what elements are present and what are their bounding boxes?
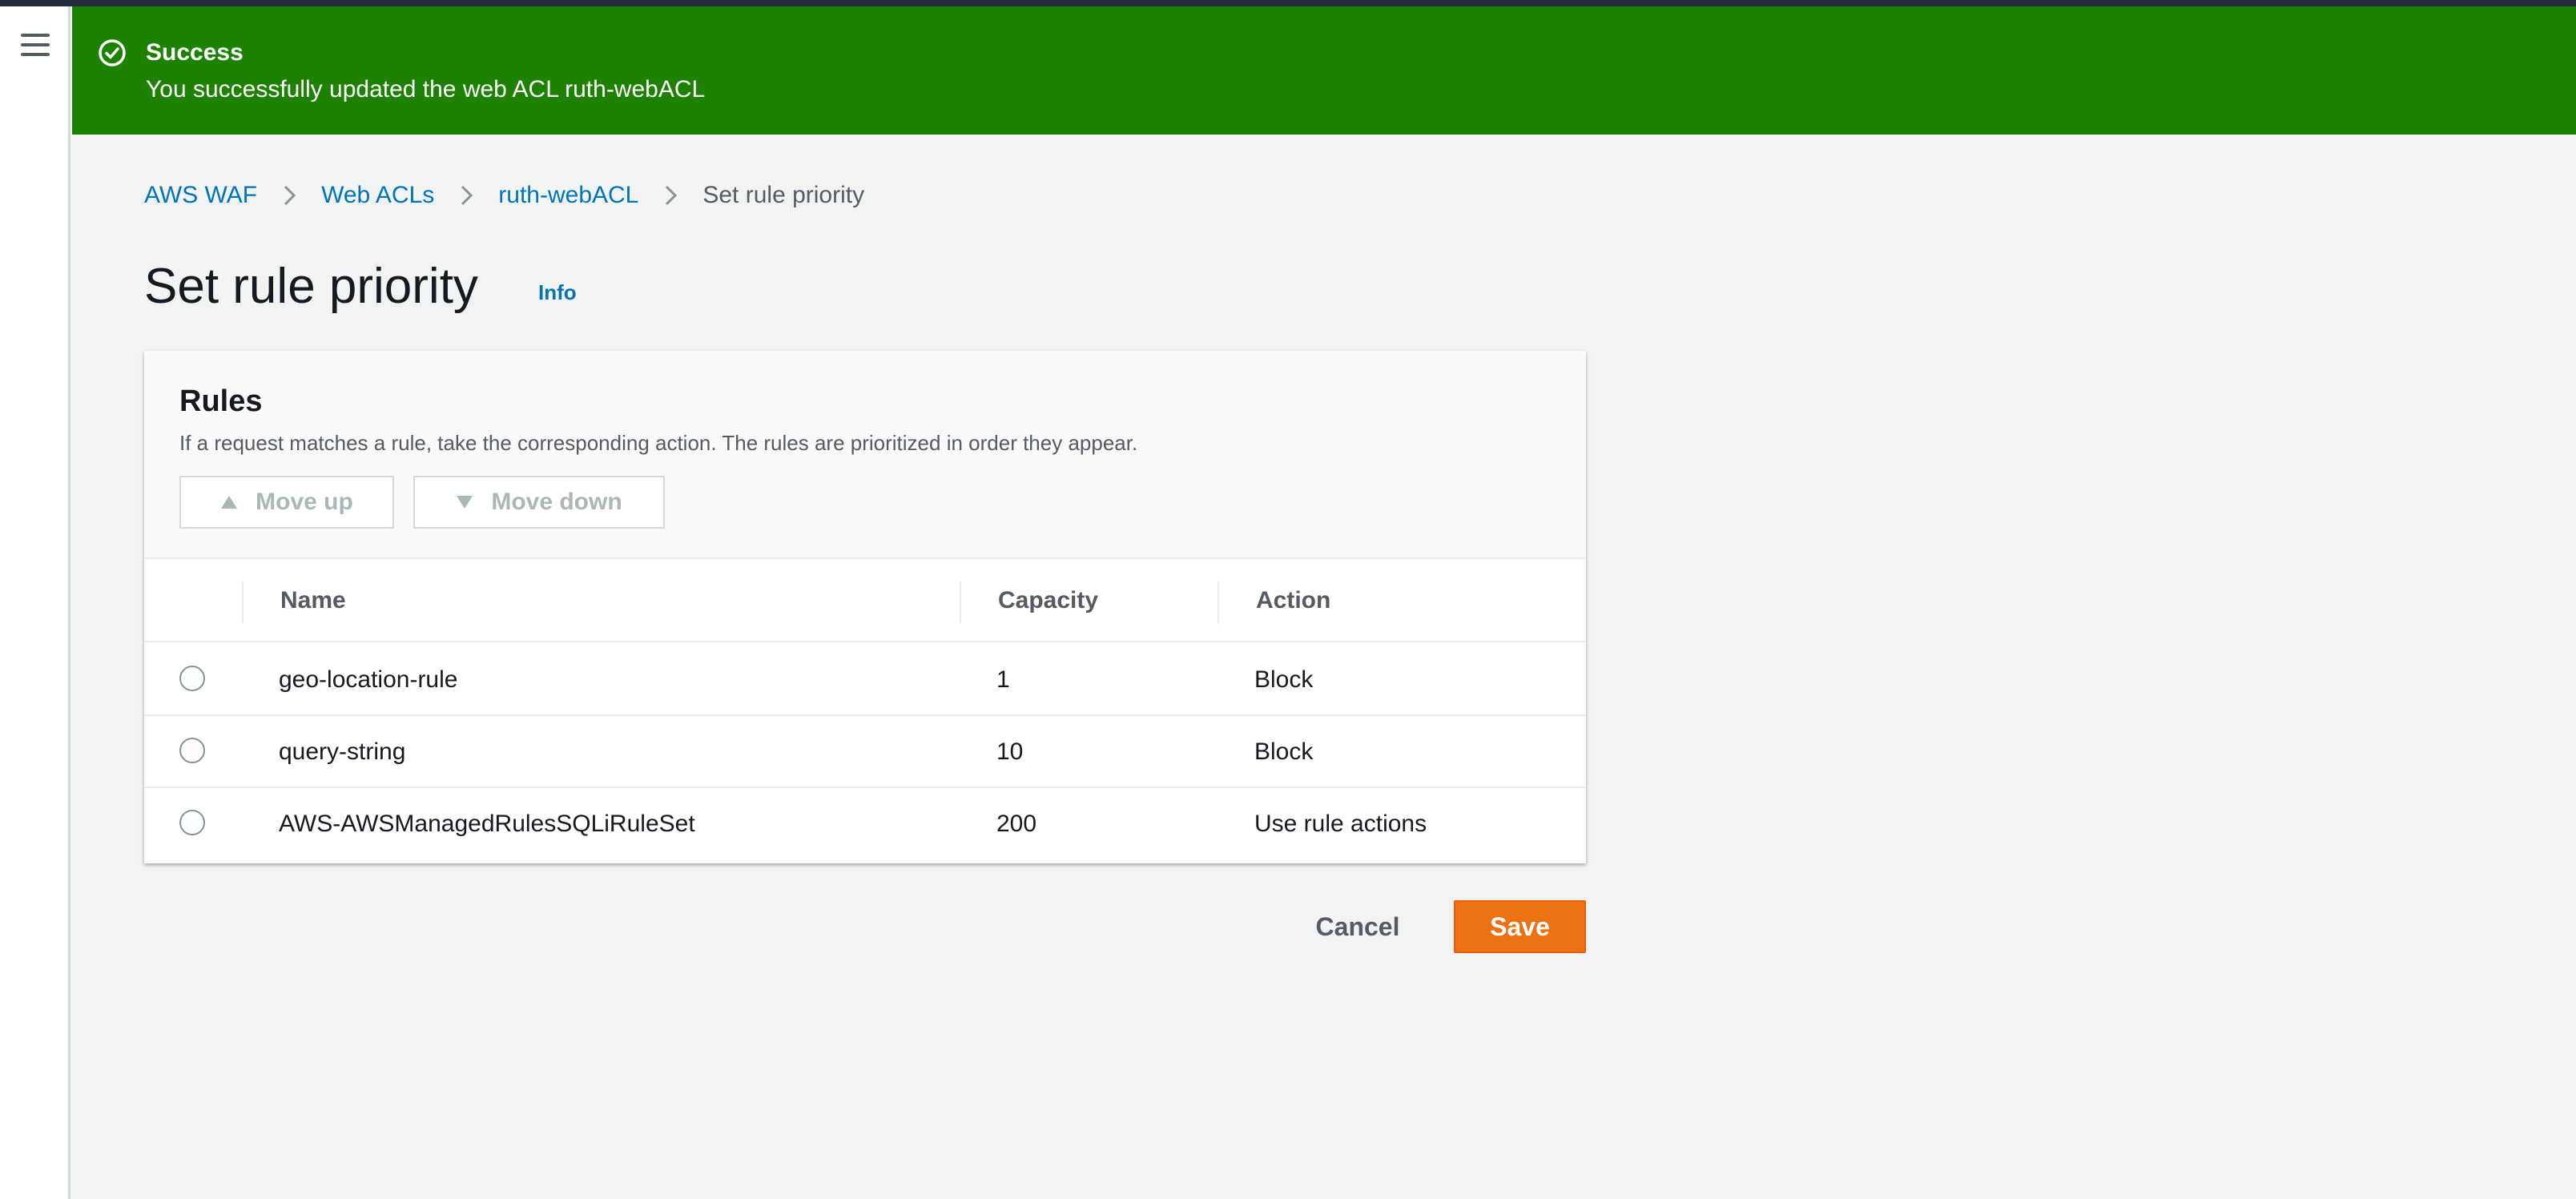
flash-message: You successfully updated the web ACL rut…	[146, 76, 706, 103]
caret-down-icon	[457, 496, 473, 509]
breadcrumb: AWS WAF Web ACLs ruth-webACL Set rule pr…	[144, 178, 864, 213]
table-header: Name Capacity Action	[144, 559, 1586, 642]
row-radio-button[interactable]	[179, 810, 205, 835]
top-bar	[0, 0, 2576, 6]
table-row[interactable]: geo-location-rule 1 Block	[144, 644, 1586, 716]
table-row[interactable]: AWS-AWSManagedRulesSQLiRuleSet 200 Use r…	[144, 788, 1586, 860]
column-header-name[interactable]: Name	[280, 559, 346, 642]
rule-name: query-string	[279, 738, 406, 765]
rules-title: Rules	[179, 384, 263, 418]
save-button[interactable]: Save	[1454, 900, 1586, 953]
table-row[interactable]: query-string 10 Block	[144, 716, 1586, 788]
rules-panel: Rules If a request matches a rule, take …	[144, 351, 1586, 863]
rule-capacity: 10	[996, 738, 1024, 765]
column-divider	[242, 581, 244, 623]
info-link[interactable]: Info	[538, 280, 577, 305]
flash-title: Success	[146, 39, 244, 66]
caret-up-icon	[221, 496, 238, 509]
rule-action: Block	[1254, 738, 1314, 765]
chevron-right-icon	[666, 185, 678, 206]
rule-name: AWS-AWSManagedRulesSQLiRuleSet	[279, 811, 695, 837]
move-up-button[interactable]: Move up	[179, 476, 394, 529]
menu-icon[interactable]	[21, 34, 50, 58]
success-flashbar: Success You successfully updated the web…	[72, 6, 2576, 135]
rule-capacity: 200	[996, 811, 1037, 837]
move-down-button[interactable]: Move down	[413, 476, 665, 529]
rule-capacity: 1	[996, 666, 1010, 693]
rule-action: Block	[1254, 666, 1314, 693]
column-divider	[1218, 581, 1219, 623]
move-up-label: Move up	[256, 489, 353, 515]
rules-panel-header: Rules If a request matches a rule, take …	[144, 351, 1586, 559]
column-header-capacity[interactable]: Capacity	[998, 559, 1098, 642]
chevron-right-icon	[284, 185, 296, 206]
rule-action: Use rule actions	[1254, 811, 1427, 837]
column-header-action[interactable]: Action	[1256, 559, 1330, 642]
breadcrumb-web-acls[interactable]: Web ACLs	[321, 178, 434, 213]
rule-name: geo-location-rule	[279, 666, 458, 693]
row-radio-button[interactable]	[179, 666, 205, 691]
chevron-right-icon	[461, 185, 473, 206]
page-title: Set rule priority	[144, 259, 478, 314]
success-check-icon	[99, 39, 126, 66]
column-divider	[960, 581, 961, 623]
breadcrumb-ruth-webacl[interactable]: ruth-webACL	[498, 178, 638, 213]
cancel-button[interactable]: Cancel	[1298, 900, 1418, 953]
move-down-label: Move down	[491, 489, 622, 515]
row-radio-button[interactable]	[179, 738, 205, 763]
rules-description: If a request matches a rule, take the co…	[179, 431, 1138, 455]
side-navigation	[0, 6, 70, 1199]
breadcrumb-current: Set rule priority	[702, 182, 865, 208]
breadcrumb-aws-waf[interactable]: AWS WAF	[144, 178, 257, 213]
